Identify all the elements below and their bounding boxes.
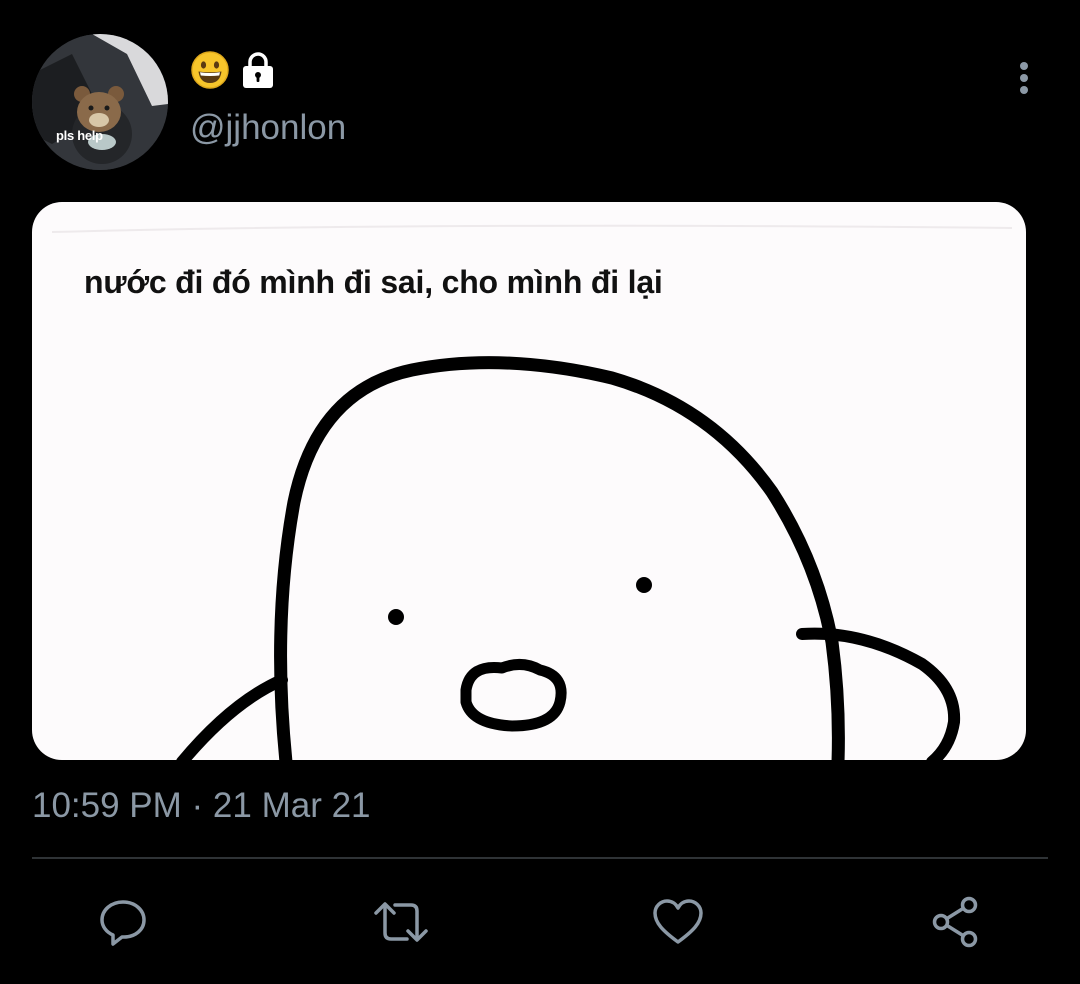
tweet-media-image[interactable]: nước đi đó mình đi sai, cho mình đi lại xyxy=(32,202,1026,760)
divider xyxy=(32,857,1048,859)
grinning-face-emoji-icon xyxy=(191,51,229,89)
tweet-timestamp[interactable]: 10:59 PM · 21 Mar 21 xyxy=(32,786,371,826)
reply-button[interactable] xyxy=(91,890,155,954)
like-button[interactable] xyxy=(646,890,710,954)
more-options-button[interactable] xyxy=(1004,58,1044,98)
avatar[interactable]: pls help xyxy=(32,34,168,170)
user-handle[interactable]: @jjhonlon xyxy=(190,108,346,148)
display-name[interactable] xyxy=(190,48,276,92)
heart-icon xyxy=(653,899,703,944)
share-button[interactable] xyxy=(924,890,988,954)
retweet-icon xyxy=(374,902,428,942)
avatar-image xyxy=(32,34,168,170)
lock-icon xyxy=(243,52,273,88)
reply-bubble-icon xyxy=(100,900,146,946)
retweet-button[interactable] xyxy=(369,890,433,954)
more-vertical-icon xyxy=(1020,62,1028,94)
image-caption-text: nước đi đó mình đi sai, cho mình đi lại xyxy=(84,264,663,300)
avatar-caption: pls help xyxy=(56,128,103,143)
share-icon xyxy=(932,896,978,948)
